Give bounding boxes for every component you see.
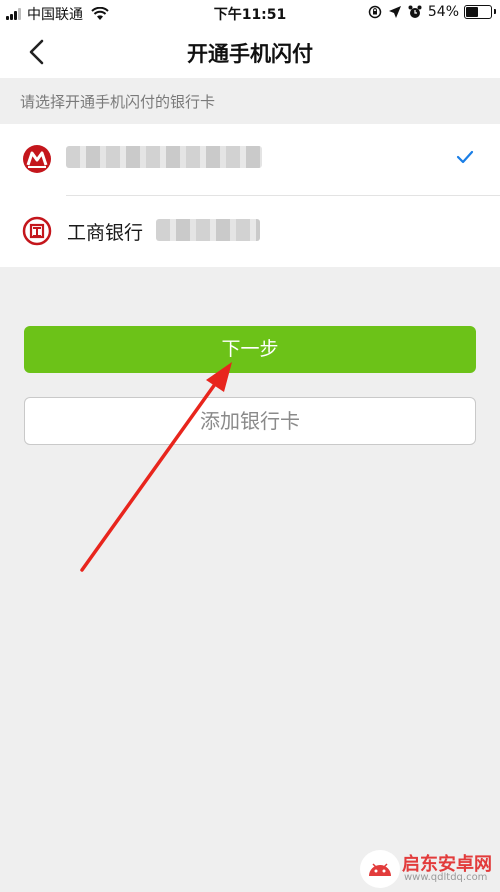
add-bank-card-button[interactable]: 添加银行卡: [24, 397, 476, 445]
bank-card-item-cmb[interactable]: [0, 124, 500, 196]
bank-name-label: 工商银行: [67, 222, 144, 244]
battery-fill: [466, 7, 478, 17]
masked-card-number: [66, 146, 262, 168]
battery-icon: [464, 5, 496, 19]
masked-card-number: [156, 219, 260, 241]
alarm-icon: [408, 5, 422, 18]
location-icon: [388, 6, 401, 18]
section-hint: 请选择开通手机闪付的银行卡: [20, 93, 216, 111]
watermark-logo: [360, 850, 400, 888]
watermark: 启东安卓网 www.qdltdq.com: [360, 848, 500, 889]
status-bar: 中国联通 下午11:51 54%: [0, 0, 500, 26]
android-robot-icon: [369, 863, 391, 876]
cmb-bank-logo-icon: [23, 145, 51, 173]
rotation-lock-icon: [368, 5, 382, 19]
bank-card-list: 工商银行: [0, 124, 500, 267]
watermark-url: www.qdltdq.com: [404, 872, 488, 883]
page-title: 开通手机闪付: [187, 42, 313, 66]
icbc-bank-logo-icon: [22, 216, 52, 246]
status-right: 54%: [368, 4, 496, 20]
battery-percent: 54%: [427, 4, 459, 20]
next-step-button[interactable]: 下一步: [24, 326, 476, 373]
bank-card-item-icbc[interactable]: 工商银行: [0, 196, 500, 267]
app-header: 开通手机闪付: [0, 26, 500, 78]
check-icon: [456, 150, 474, 164]
